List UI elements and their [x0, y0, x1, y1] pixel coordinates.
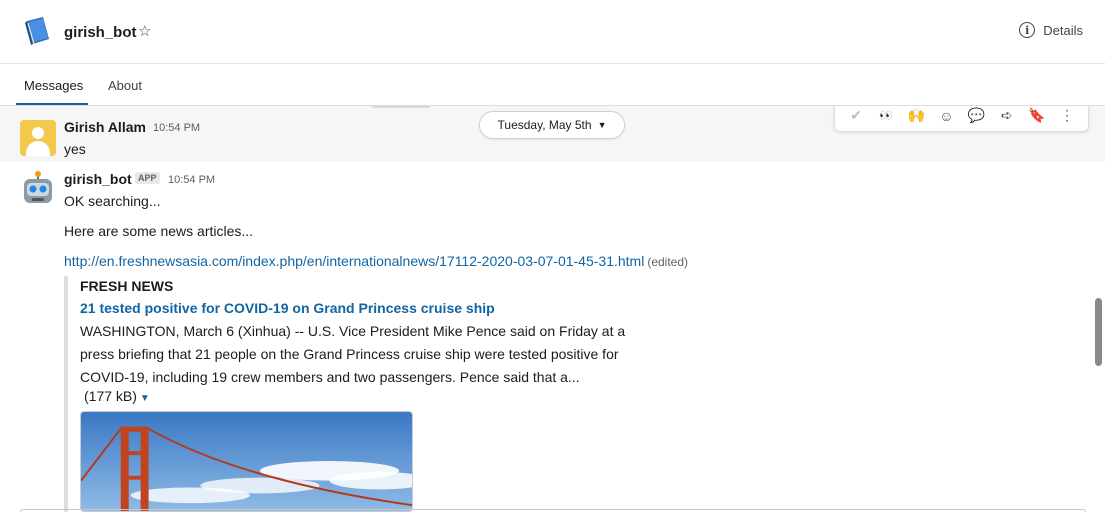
tab-about[interactable]: About — [108, 78, 142, 93]
attachment-image[interactable] — [80, 411, 413, 512]
details-label: Details — [1043, 22, 1083, 38]
message-sender[interactable]: Girish Allam — [64, 119, 146, 135]
attachment-border — [64, 276, 68, 512]
more-actions-icon[interactable]: ⋮ — [1055, 106, 1079, 128]
message-list: Girish Allam 10:54 PM yes Tuesday, May 5… — [0, 106, 1105, 512]
message-text: yes — [64, 141, 86, 157]
attachment-body-line: COVID-19, including 19 crew members and … — [80, 369, 580, 385]
attachment-body-line: WASHINGTON, March 6 (Xinhua) -- U.S. Vic… — [80, 323, 626, 339]
date-label: Tuesday, May 5th — [497, 118, 592, 132]
message-timestamp[interactable]: 10:54 PM — [153, 122, 200, 134]
attachment-body: WASHINGTON, March 6 (Xinhua) -- U.S. Vic… — [80, 320, 660, 389]
attachment-size: (177 kB) — [84, 388, 137, 404]
message-sender[interactable]: girish_bot — [64, 171, 132, 187]
robot-avatar[interactable] — [20, 170, 56, 206]
date-divider-button[interactable]: Tuesday, May 5th ▼ — [479, 111, 625, 139]
article-link-line: http://en.freshnewsasia.com/index.php/en… — [64, 253, 688, 269]
scrollbar-thumb[interactable] — [1095, 298, 1102, 366]
chevron-down-icon: ▼ — [597, 120, 607, 130]
attachment-title-link[interactable]: 21 tested positive for COVID-19 on Grand… — [80, 300, 495, 316]
eyes-icon[interactable]: 👀 — [874, 106, 898, 128]
message-actions-toolbar: ✔ 👀 🙌 ☺ 💬 ➪ 🔖 ⋮ — [834, 106, 1089, 132]
message-text: Here are some news articles... — [64, 223, 254, 239]
star-icon[interactable]: ☆ — [138, 22, 151, 40]
book-app-icon — [25, 17, 49, 45]
add-reaction-icon[interactable]: ☺ — [934, 106, 958, 128]
info-icon: i — [1019, 22, 1036, 38]
article-link[interactable]: http://en.freshnewsasia.com/index.php/en… — [64, 253, 644, 269]
attachment-body-line: press briefing that 21 people on the Gra… — [80, 346, 619, 362]
reply-in-thread-icon[interactable]: 💬 — [965, 106, 989, 128]
app-badge: APP — [135, 172, 160, 184]
details-button[interactable]: i Details — [1019, 22, 1083, 38]
tab-bar: Messages About — [0, 64, 1105, 106]
active-tab-indicator — [16, 103, 88, 105]
message-text: OK searching... — [64, 193, 161, 209]
message-timestamp[interactable]: 10:54 PM — [168, 174, 215, 186]
channel-name[interactable]: girish_bot — [64, 24, 137, 41]
caret-down-icon: ▼ — [139, 393, 150, 404]
partial-element — [372, 106, 430, 108]
attachment-source: FRESH NEWS — [80, 278, 174, 294]
raised-hands-icon[interactable]: 🙌 — [904, 106, 928, 128]
share-icon[interactable]: ➪ — [995, 106, 1019, 128]
avatar[interactable] — [20, 120, 56, 156]
channel-header: girish_bot ☆ i Details — [0, 0, 1105, 64]
white-check-mark-icon[interactable]: ✔ — [844, 106, 868, 128]
attachment-size-toggle[interactable]: (177 kB) ▼ — [84, 388, 150, 404]
edited-label: (edited) — [647, 255, 689, 269]
bookmark-icon[interactable]: 🔖 — [1025, 106, 1049, 128]
tab-messages[interactable]: Messages — [24, 78, 83, 93]
